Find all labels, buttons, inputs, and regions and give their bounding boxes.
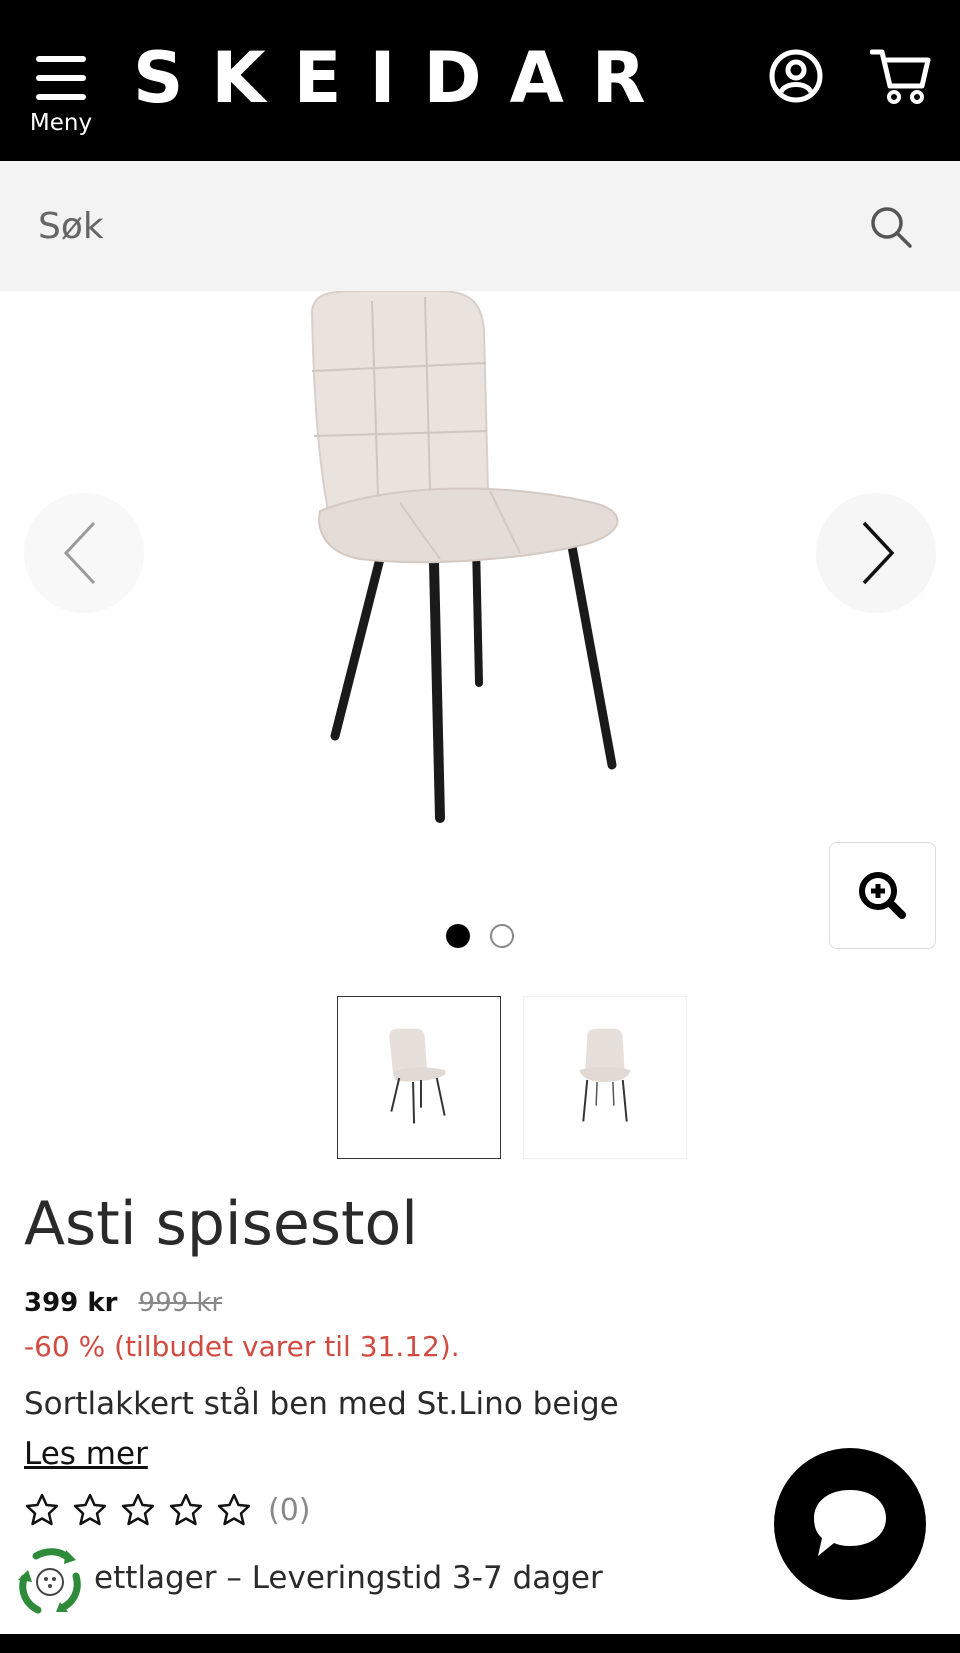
star-icon xyxy=(25,1493,59,1526)
read-more-link[interactable]: Les mer xyxy=(24,1436,148,1472)
price-row: 399 kr 999 kr xyxy=(24,1288,222,1324)
original-price: 999 kr xyxy=(138,1288,223,1318)
site-header: Meny SKEIDAR xyxy=(0,0,960,161)
chat-button[interactable] xyxy=(774,1448,926,1600)
search-bar xyxy=(0,161,960,291)
zoom-button[interactable] xyxy=(829,842,936,949)
discount-text: -60 % (tilbudet varer til 31.12). xyxy=(24,1330,460,1363)
thumbnail-image xyxy=(579,1028,631,1122)
thumbnail-image xyxy=(389,1028,446,1124)
rating-stars[interactable]: (0) xyxy=(24,1490,311,1530)
product-title: Asti spisestol xyxy=(24,1189,418,1259)
star-icon xyxy=(73,1493,107,1526)
chevron-right-icon xyxy=(862,521,895,585)
search-icon[interactable] xyxy=(868,204,914,250)
bottom-bar xyxy=(0,1634,960,1653)
eco-recycle-icon xyxy=(18,1548,81,1614)
chevron-left-icon xyxy=(63,521,96,585)
search-input[interactable] xyxy=(38,191,838,261)
next-image-button[interactable] xyxy=(816,493,936,613)
product-image[interactable] xyxy=(290,291,670,831)
product-gallery xyxy=(0,291,960,971)
stock-text: ettlager – Leveringstid 3-7 dager xyxy=(94,1560,603,1596)
star-icon xyxy=(217,1493,251,1526)
review-count: (0) xyxy=(268,1492,311,1528)
current-price: 399 kr xyxy=(24,1288,118,1318)
star-icon xyxy=(169,1493,203,1526)
carousel-dot-2[interactable] xyxy=(490,924,514,948)
cart-icon[interactable] xyxy=(870,46,932,106)
stock-status: ettlager – Leveringstid 3-7 dager xyxy=(16,1546,716,1618)
thumbnail-1[interactable] xyxy=(337,996,501,1159)
previous-image-button[interactable] xyxy=(24,493,144,613)
logo[interactable]: SKEIDAR xyxy=(133,38,674,118)
star-icon xyxy=(121,1493,155,1526)
product-description: Sortlakkert stål ben med St.Lino beige xyxy=(24,1386,619,1422)
chat-bubble-icon xyxy=(814,1490,886,1556)
hamburger-icon xyxy=(36,56,86,100)
thumbnail-2[interactable] xyxy=(523,996,687,1159)
carousel-dot-1[interactable] xyxy=(446,924,470,948)
zoom-in-icon xyxy=(859,872,906,919)
menu-label: Meny xyxy=(29,110,93,136)
menu-button[interactable]: Meny xyxy=(28,44,94,140)
account-icon[interactable] xyxy=(768,48,824,104)
